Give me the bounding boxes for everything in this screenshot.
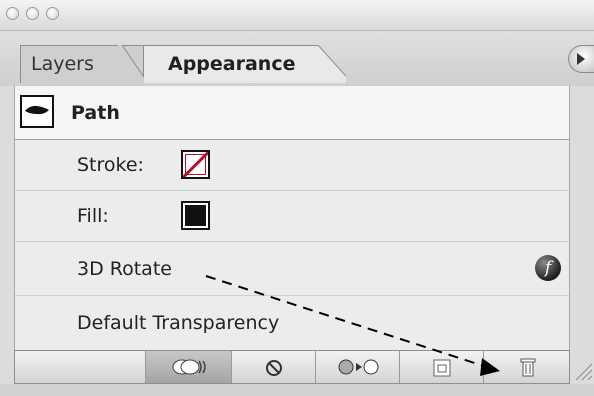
no-circle-icon — [266, 360, 282, 376]
trash-icon — [520, 358, 536, 377]
path-thumbnail-icon — [20, 95, 54, 128]
object-label: Path — [71, 101, 120, 124]
appearance-panel-window: Layers Appearance Path Stroke: Fill: 3D … — [0, 0, 594, 396]
duplicate-page-icon — [433, 359, 451, 377]
title-bar[interactable] — [0, 0, 594, 31]
toggle-pills-icon — [172, 359, 206, 375]
tab-strip: Layers Appearance — [0, 31, 594, 86]
resize-grip[interactable] — [570, 350, 594, 384]
fill-label: Fill: — [77, 205, 109, 227]
effect-label: 3D Rotate — [77, 257, 172, 280]
fx-icon[interactable]: f — [535, 255, 561, 281]
triangle-right-icon — [577, 53, 585, 65]
clear-appearance-button[interactable] — [231, 351, 315, 383]
transparency-row[interactable]: Default Transparency — [15, 296, 569, 350]
tab-appearance-label: Appearance — [168, 53, 296, 75]
appearance-list: Path Stroke: Fill: 3D Rotate f Default T… — [14, 86, 570, 350]
minimize-button[interactable] — [26, 7, 39, 20]
reduce-basic-icon — [338, 359, 379, 375]
effect-row-3d-rotate[interactable]: 3D Rotate f — [15, 242, 569, 296]
fill-row[interactable]: Fill: — [15, 191, 569, 242]
bottom-toolbar — [14, 350, 571, 384]
fill-swatch[interactable] — [181, 201, 210, 230]
object-row-path[interactable]: Path — [15, 86, 569, 140]
window-bottom-edge — [0, 384, 594, 396]
tab-layers-label: Layers — [31, 53, 94, 75]
tab-appearance[interactable]: Appearance — [144, 45, 318, 83]
stroke-swatch[interactable] — [181, 150, 210, 179]
delete-selected-item-button[interactable] — [483, 351, 571, 383]
zoom-button[interactable] — [46, 7, 59, 20]
panel-menu-button[interactable] — [568, 45, 594, 73]
stroke-label: Stroke: — [77, 154, 144, 176]
transparency-label: Default Transparency — [77, 312, 280, 334]
stroke-row[interactable]: Stroke: — [15, 140, 569, 191]
new-art-maintain-appearance-button[interactable] — [145, 351, 231, 383]
reduce-to-basic-appearance-button[interactable] — [315, 351, 399, 383]
close-button[interactable] — [6, 7, 19, 20]
duplicate-selected-item-button[interactable] — [399, 351, 483, 383]
